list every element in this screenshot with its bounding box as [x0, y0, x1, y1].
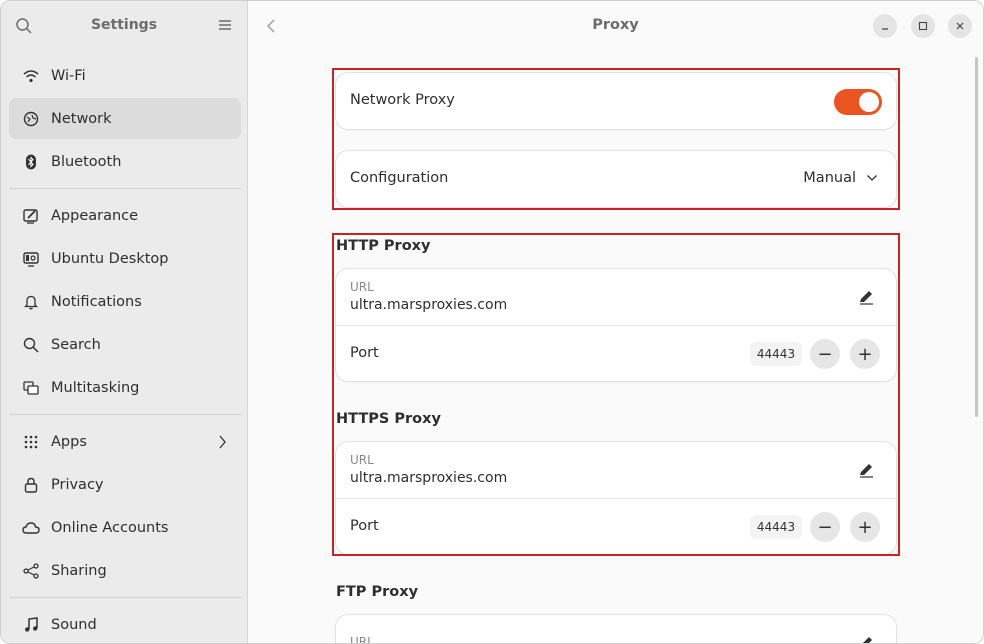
- sidebar-item-apps[interactable]: Apps: [9, 421, 241, 462]
- chevron-right-icon: [219, 435, 226, 448]
- lock-icon: [22, 476, 40, 494]
- edit-pencil-icon[interactable]: [858, 635, 874, 644]
- apps-grid-icon: [22, 433, 40, 451]
- sidebar-divider: [9, 414, 241, 415]
- scrollbar[interactable]: [975, 57, 978, 417]
- sidebar-item-label: Notifications: [51, 293, 142, 310]
- bluetooth-icon: [22, 153, 40, 171]
- settings-window: Settings Wi-Fi Network Bluetooth Appeara…: [0, 0, 984, 644]
- sidebar-item-sharing[interactable]: Sharing: [9, 550, 241, 591]
- highlight-box-proxy-settings: [332, 68, 900, 210]
- minimize-icon: [882, 28, 888, 30]
- highlight-box-proxy-servers: [332, 233, 900, 556]
- sidebar-header: Settings: [1, 1, 247, 51]
- sidebar-title: Settings: [90, 17, 158, 33]
- minimize-button[interactable]: [873, 14, 897, 38]
- sidebar-divider: [9, 597, 241, 598]
- ftp-url-label: URL: [350, 635, 374, 644]
- sidebar-item-label: Sound: [51, 616, 97, 633]
- appearance-icon: [22, 207, 40, 225]
- maximize-button[interactable]: [911, 14, 935, 38]
- sidebar-item-network[interactable]: Network: [9, 98, 241, 139]
- maximize-icon: [918, 21, 928, 31]
- sidebar-divider: [9, 188, 241, 189]
- multitasking-icon: [22, 379, 40, 397]
- sidebar-item-label: Sharing: [51, 562, 107, 579]
- sidebar-item-sound[interactable]: Sound: [9, 604, 241, 643]
- music-note-icon: [22, 616, 40, 634]
- ubuntu-desktop-icon: [22, 250, 40, 268]
- sidebar-item-label: Appearance: [51, 207, 139, 224]
- sidebar-item-label: Search: [51, 336, 101, 353]
- sidebar-item-label: Multitasking: [51, 379, 140, 396]
- sidebar-item-label: Ubuntu Desktop: [51, 250, 169, 267]
- sidebar-item-wifi[interactable]: Wi-Fi: [9, 55, 241, 96]
- hamburger-menu-icon[interactable]: [217, 17, 233, 33]
- sidebar-item-bluetooth[interactable]: Bluetooth: [9, 141, 241, 182]
- ftp-proxy-title: FTP Proxy: [336, 584, 419, 600]
- network-icon: [22, 110, 40, 128]
- sidebar-item-online-accounts[interactable]: Online Accounts: [9, 507, 241, 548]
- sidebar-item-label: Bluetooth: [51, 153, 122, 170]
- sidebar-item-privacy[interactable]: Privacy: [9, 464, 241, 505]
- main-panel: Proxy Network Proxy Configuration Manual…: [248, 1, 983, 643]
- bell-icon: [22, 293, 40, 311]
- sidebar-item-notifications[interactable]: Notifications: [9, 281, 241, 322]
- main-header: Proxy: [248, 1, 983, 51]
- sidebar-item-search[interactable]: Search: [9, 324, 241, 365]
- share-icon: [22, 562, 40, 580]
- close-button[interactable]: [948, 14, 972, 38]
- search-icon: [22, 336, 40, 354]
- sidebar-list: Wi-Fi Network Bluetooth Appearance Ubunt…: [9, 55, 241, 643]
- sidebar-item-label: Online Accounts: [51, 519, 169, 536]
- sidebar-item-label: Network: [51, 110, 112, 127]
- sidebar-item-label: Privacy: [51, 476, 104, 493]
- cloud-icon: [22, 519, 40, 537]
- sidebar-item-appearance[interactable]: Appearance: [9, 195, 241, 236]
- sidebar-item-multitasking[interactable]: Multitasking: [9, 367, 241, 408]
- ftp-proxy-card: URL: [336, 615, 896, 644]
- wifi-icon: [22, 67, 40, 85]
- close-icon: [956, 22, 964, 30]
- sidebar-item-label: Wi-Fi: [51, 67, 86, 84]
- sidebar: Settings Wi-Fi Network Bluetooth Appeara…: [1, 1, 248, 643]
- sidebar-item-ubuntu-desktop[interactable]: Ubuntu Desktop: [9, 238, 241, 279]
- sidebar-item-label: Apps: [51, 433, 87, 450]
